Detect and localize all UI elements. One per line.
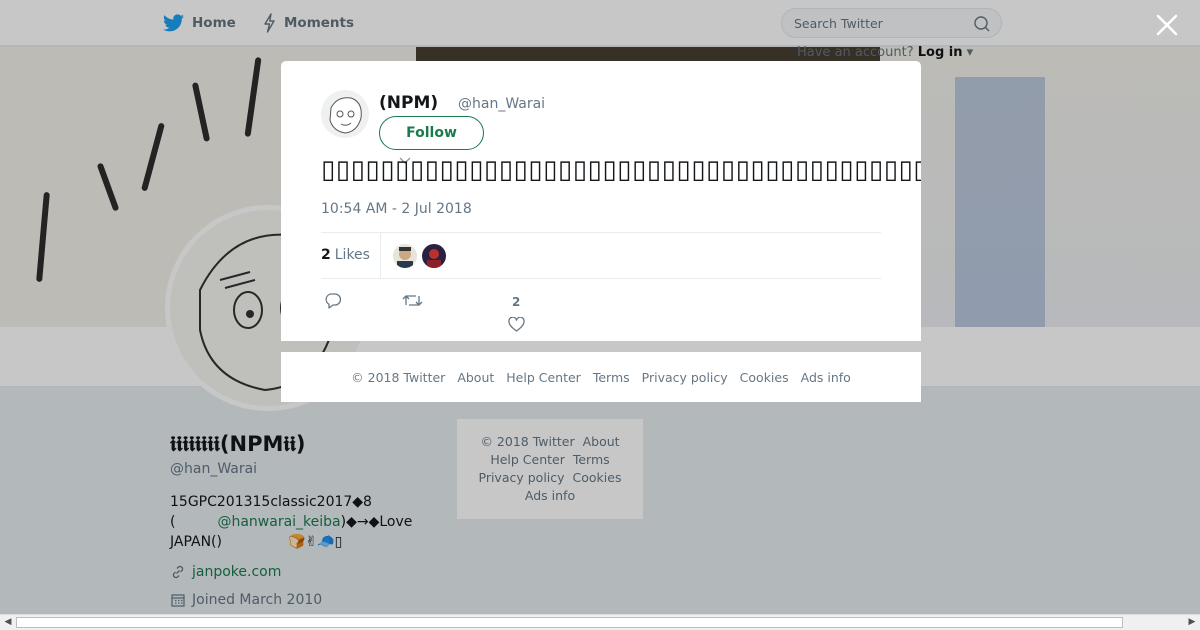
divider — [321, 278, 881, 279]
likes-label: Likes — [334, 247, 370, 263]
likes-stat[interactable]: 2 Likes — [321, 247, 370, 263]
retweet-icon[interactable] — [402, 293, 423, 308]
footer-link-cookies[interactable]: Cookies — [740, 370, 789, 385]
avatar-drawing — [329, 97, 362, 134]
tweet-author-handle[interactable]: @han_Warai — [458, 96, 545, 112]
heart-icon[interactable] — [508, 317, 525, 332]
liker-avatar[interactable] — [393, 244, 417, 268]
horizontal-scrollbar[interactable]: ◀ ▶ — [0, 614, 1200, 630]
follow-button[interactable]: Follow — [379, 116, 484, 150]
tweet-timestamp[interactable]: 10:54 AM - 2 Jul 2018 — [321, 201, 472, 217]
tweet-permalink-dialog: (NPM) @han_Warai Follow ▯▯▯▯▯▯▯▯▯▯▯▯▯▯▯▯… — [281, 61, 921, 341]
tweet-author-name[interactable]: (NPM) — [379, 93, 438, 113]
tweet-text: ▯▯▯▯▯▯▯▯▯▯▯▯▯▯▯▯▯▯▯▯▯▯▯▯▯▯▯▯▯▯▯▯▯▯▯▯▯▯▯▯… — [321, 155, 921, 185]
likes-count: 2 — [321, 247, 331, 263]
close-icon[interactable] — [1154, 12, 1180, 38]
tweet-author-avatar[interactable] — [321, 90, 369, 138]
reply-icon[interactable] — [324, 292, 342, 309]
footer-link-help[interactable]: Help Center — [506, 370, 581, 385]
like-action-count: 2 — [512, 295, 521, 309]
divider — [321, 232, 881, 233]
avatar-photo — [422, 244, 446, 268]
liker-avatar[interactable] — [422, 244, 446, 268]
scroll-right-arrow-icon[interactable]: ▶ — [1184, 615, 1200, 630]
footer-link-ads[interactable]: Ads info — [801, 370, 851, 385]
footer-link-privacy[interactable]: Privacy policy — [642, 370, 728, 385]
dialog-footer: © 2018 Twitter About Help Center Terms P… — [281, 352, 921, 402]
footer-link-about[interactable]: About — [457, 370, 494, 385]
footer-copyright: © 2018 Twitter — [351, 369, 446, 385]
scroll-left-arrow-icon[interactable]: ◀ — [0, 615, 16, 630]
avatar-photo — [393, 244, 417, 268]
footer-link-terms[interactable]: Terms — [593, 370, 630, 385]
divider — [380, 233, 381, 278]
scrollbar-thumb[interactable] — [16, 617, 1123, 628]
